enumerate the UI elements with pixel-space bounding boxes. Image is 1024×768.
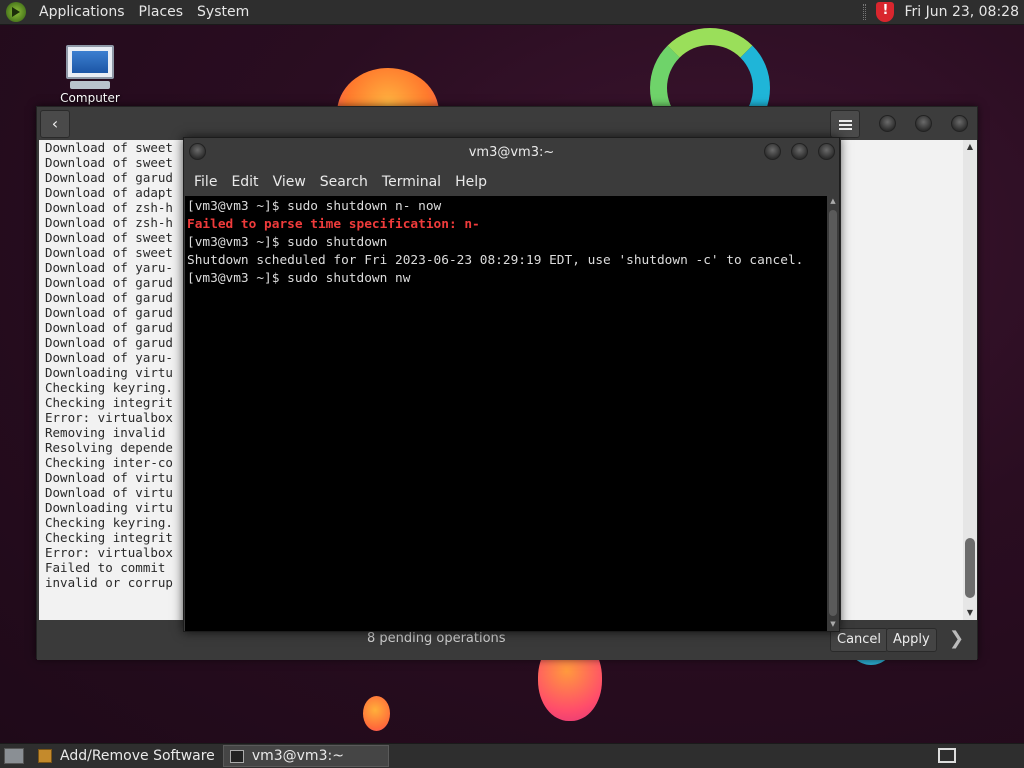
log-scrollbar[interactable]: ▲ ▼: [963, 140, 977, 620]
menu-system[interactable]: System: [190, 4, 256, 20]
terminal-error-line: Failed to parse time specification: n-: [187, 217, 480, 232]
scrollbar-thumb[interactable]: [829, 210, 837, 616]
close-icon[interactable]: [818, 143, 835, 160]
back-arrow-icon: ‹: [51, 114, 59, 133]
menu-places[interactable]: Places: [132, 4, 191, 20]
wallpaper-shape: [363, 696, 390, 731]
menu-view[interactable]: View: [266, 174, 313, 190]
scroll-down-icon[interactable]: ▼: [963, 608, 977, 617]
package-icon: [38, 749, 52, 763]
taskbar-item-label: Add/Remove Software: [60, 748, 215, 764]
terminal-window: vm3@vm3:~ File Edit View Search Terminal…: [183, 137, 840, 632]
bottom-taskbar: Add/Remove Software vm3@vm3:~: [0, 743, 1024, 768]
terminal-output[interactable]: [vm3@vm3 ~]$ sudo shutdown n- now Failed …: [185, 196, 827, 631]
apply-button[interactable]: Apply: [886, 628, 937, 652]
software-manager-header: ‹: [37, 107, 977, 140]
menu-file[interactable]: File: [187, 174, 224, 190]
desktop-icon-label: Computer: [60, 91, 120, 105]
desktop-icon-computer[interactable]: Computer: [55, 45, 125, 105]
terminal-line: Shutdown scheduled for Fri 2023-06-23 08…: [187, 253, 804, 268]
scrollbar-thumb[interactable]: [965, 538, 975, 598]
menu-help[interactable]: Help: [448, 174, 494, 190]
tray-separator: [863, 4, 867, 20]
taskbar-item-software[interactable]: Add/Remove Software: [32, 745, 221, 767]
terminal-line: [vm3@vm3 ~]$ sudo shutdown nw: [187, 271, 411, 286]
computer-icon: [66, 45, 114, 79]
terminal-titlebar[interactable]: vm3@vm3:~: [184, 138, 839, 168]
menu-edit[interactable]: Edit: [224, 174, 265, 190]
maximize-icon[interactable]: [915, 115, 932, 132]
minimize-icon[interactable]: [879, 115, 896, 132]
terminal-title: vm3@vm3:~: [468, 145, 555, 160]
hamburger-menu-button[interactable]: [830, 110, 860, 138]
menu-search[interactable]: Search: [313, 174, 375, 190]
back-button[interactable]: ‹: [40, 110, 70, 138]
scroll-up-icon[interactable]: ▲: [963, 142, 977, 151]
taskbar-item-terminal[interactable]: vm3@vm3:~: [222, 745, 389, 767]
scroll-up-icon[interactable]: ▲: [827, 197, 839, 205]
log-panel-right: [841, 140, 963, 620]
distro-logo-icon[interactable]: [6, 2, 26, 22]
workspace-switcher[interactable]: [938, 748, 956, 763]
window-menu-icon[interactable]: [189, 143, 206, 160]
next-arrow-icon[interactable]: ❯: [949, 628, 964, 649]
menu-applications[interactable]: Applications: [32, 4, 132, 20]
show-desktop-icon[interactable]: [4, 748, 24, 764]
update-shield-icon[interactable]: [876, 2, 895, 22]
pending-operations-label: 8 pending operations: [367, 631, 506, 646]
terminal-scrollbar[interactable]: ▲ ▼: [827, 196, 839, 631]
terminal-icon: [229, 749, 244, 763]
taskbar-item-label: vm3@vm3:~: [251, 748, 344, 764]
close-icon[interactable]: [951, 115, 968, 132]
maximize-icon[interactable]: [791, 143, 808, 160]
menu-terminal[interactable]: Terminal: [375, 174, 448, 190]
terminal-line: [vm3@vm3 ~]$ sudo shutdown: [187, 235, 388, 250]
terminal-line: [vm3@vm3 ~]$ sudo shutdown n- now: [187, 199, 442, 214]
minimize-icon[interactable]: [764, 143, 781, 160]
scroll-down-icon[interactable]: ▼: [827, 620, 839, 628]
clock[interactable]: Fri Jun 23, 08:28: [904, 4, 1019, 20]
top-panel: Applications Places System Fri Jun 23, 0…: [0, 0, 1024, 25]
terminal-menubar: File Edit View Search Terminal Help: [184, 168, 839, 196]
